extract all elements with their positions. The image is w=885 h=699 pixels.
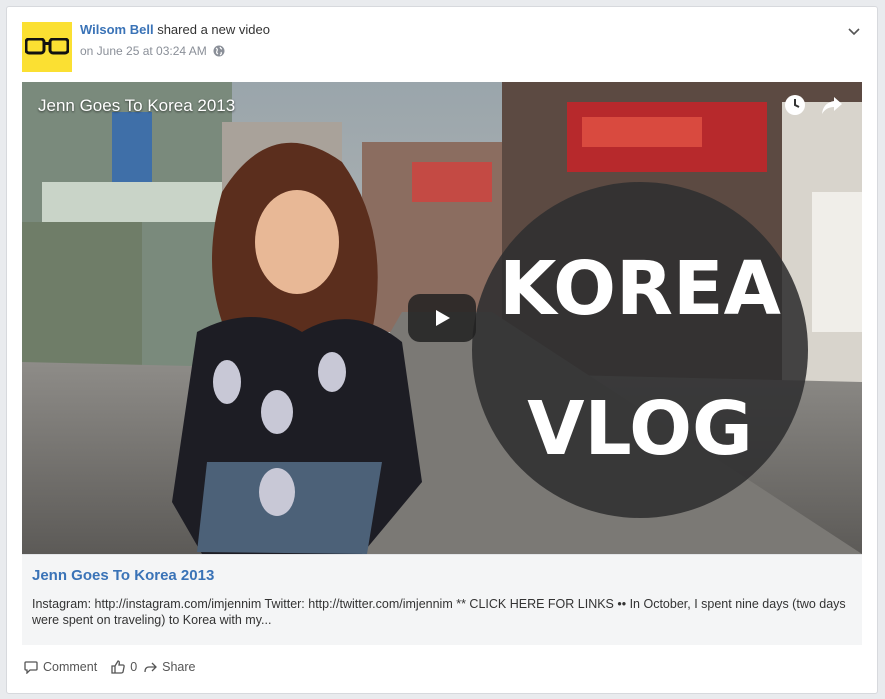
post-actions: Comment 0 Share bbox=[24, 660, 196, 674]
comment-icon bbox=[24, 660, 38, 674]
chevron-down-icon[interactable] bbox=[847, 27, 861, 37]
action-text: shared a new video bbox=[157, 22, 270, 37]
post-date[interactable]: on June 25 at 03:24 AM bbox=[80, 44, 207, 58]
globe-icon bbox=[213, 45, 225, 57]
share-arrow-icon[interactable] bbox=[820, 94, 844, 116]
post-card: Wilsom Bell shared a new video on June 2… bbox=[6, 6, 878, 694]
like-button[interactable]: 0 bbox=[111, 660, 137, 674]
post-date-line: on June 25 at 03:24 AM bbox=[80, 44, 270, 58]
glasses-icon bbox=[25, 38, 69, 55]
author-line: Wilsom Bell shared a new video bbox=[80, 22, 270, 38]
author-link[interactable]: Wilsom Bell bbox=[80, 22, 154, 37]
share-button[interactable]: Share bbox=[144, 660, 196, 674]
video-player[interactable]: KOREA VLOG Jenn Goes To Korea 2013 bbox=[22, 82, 862, 554]
play-button[interactable] bbox=[408, 294, 476, 342]
like-count: 0 bbox=[130, 660, 138, 674]
video-top-controls bbox=[784, 94, 844, 116]
overlay-vlog: VLOG bbox=[527, 386, 752, 472]
avatar[interactable] bbox=[22, 22, 72, 72]
clock-icon[interactable] bbox=[784, 94, 806, 116]
link-preview[interactable]: Jenn Goes To Korea 2013 Instagram: http:… bbox=[22, 554, 862, 645]
comment-button[interactable]: Comment bbox=[24, 660, 97, 674]
overlay-korea: KOREA bbox=[499, 246, 781, 332]
comment-label: Comment bbox=[43, 660, 98, 674]
link-title[interactable]: Jenn Goes To Korea 2013 bbox=[32, 567, 214, 584]
share-icon bbox=[144, 662, 158, 672]
thumbs-up-icon bbox=[111, 660, 125, 674]
post-header: Wilsom Bell shared a new video on June 2… bbox=[80, 22, 270, 58]
video-title[interactable]: Jenn Goes To Korea 2013 bbox=[38, 96, 235, 116]
link-description: Instagram: http://instagram.com/imjennim… bbox=[32, 597, 846, 627]
play-icon bbox=[436, 310, 450, 326]
share-label: Share bbox=[162, 660, 196, 674]
